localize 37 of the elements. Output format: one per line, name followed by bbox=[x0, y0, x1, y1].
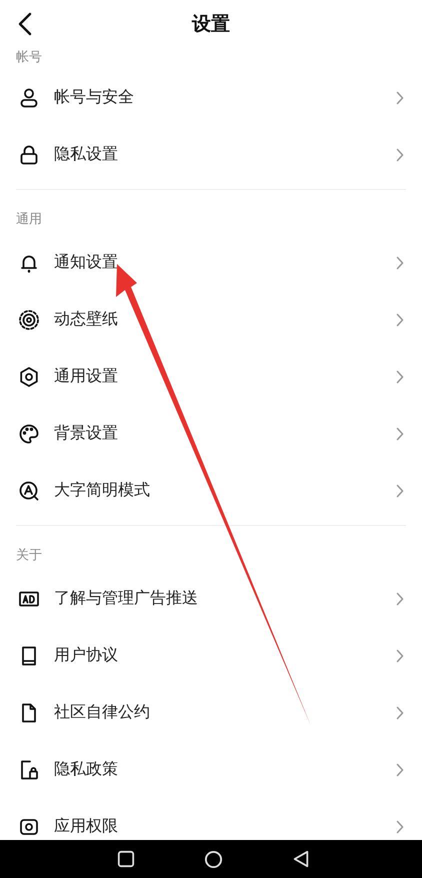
section-label: 通用 bbox=[16, 211, 42, 228]
settings-item[interactable]: 通知设置 bbox=[16, 234, 406, 291]
palette-icon bbox=[18, 422, 40, 444]
chevron-right-icon bbox=[396, 762, 404, 776]
settings-item[interactable]: 大字简明模式 bbox=[16, 462, 406, 519]
chevron-right-icon bbox=[396, 484, 404, 498]
section-label: 帐号 bbox=[16, 49, 42, 66]
chevron-right-icon bbox=[396, 592, 404, 606]
home-icon[interactable] bbox=[204, 850, 223, 868]
lock-icon bbox=[18, 144, 40, 166]
font-icon bbox=[18, 480, 40, 502]
settings-item[interactable]: 动态壁纸 bbox=[16, 291, 406, 348]
chevron-right-icon bbox=[396, 148, 404, 162]
recents-icon[interactable] bbox=[117, 850, 135, 868]
settings-item[interactable]: 背景设置 bbox=[16, 405, 406, 462]
section-label: 关于 bbox=[16, 547, 42, 564]
back-nav-icon[interactable] bbox=[292, 850, 310, 868]
chevron-right-icon bbox=[396, 820, 404, 834]
wallpaper-icon bbox=[18, 308, 40, 330]
chevron-right-icon bbox=[396, 706, 404, 720]
settings-item[interactable]: 帐号与安全 bbox=[16, 69, 406, 126]
chevron-right-icon bbox=[396, 370, 404, 384]
settings-item[interactable]: 通用设置 bbox=[16, 348, 406, 405]
settings-item[interactable]: 应用权限 bbox=[16, 798, 406, 840]
chevron-right-icon bbox=[396, 426, 404, 440]
chevron-right-icon bbox=[396, 90, 404, 104]
settings-item[interactable]: 用户协议 bbox=[16, 627, 406, 684]
settings-item[interactable]: 隐私政策 bbox=[16, 741, 406, 798]
person-icon bbox=[18, 86, 40, 108]
chevron-right-icon bbox=[396, 648, 404, 662]
settings-item[interactable]: 了解与管理广告推送 bbox=[16, 570, 406, 627]
back-icon[interactable] bbox=[18, 12, 32, 36]
page-title: 设置 bbox=[192, 12, 230, 37]
chevron-right-icon bbox=[396, 256, 404, 270]
chevron-right-icon bbox=[396, 312, 404, 326]
settings-item[interactable]: 社区自律公约 bbox=[16, 684, 406, 741]
settings-item[interactable]: 隐私设置 bbox=[16, 126, 406, 183]
